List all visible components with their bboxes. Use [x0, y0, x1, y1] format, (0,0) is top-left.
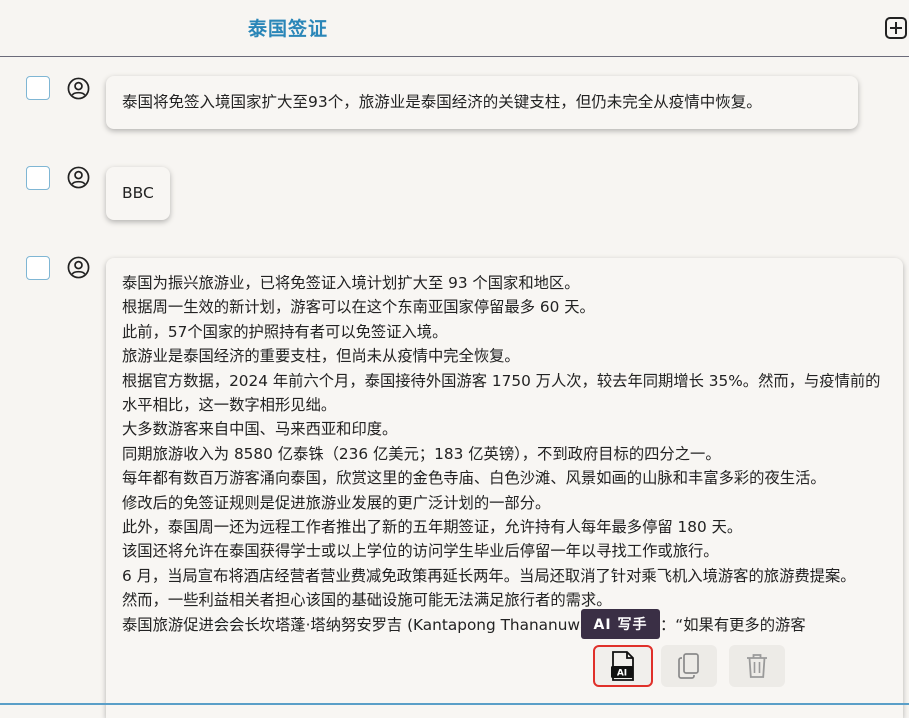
delete-button[interactable]	[729, 645, 785, 687]
message-line: 6 月，当局宣布将酒店经营者营业费减免政策再延长两年。当局还取消了针对乘飞机入境…	[122, 566, 856, 585]
user-avatar-icon	[67, 77, 90, 100]
page-title: 泰国签证	[248, 18, 329, 40]
message-line: 旅游业是泰国经济的重要支柱，但尚未从疫情中完全恢复。	[122, 347, 520, 366]
message-line: 泰国旅游促进会会长坎塔蓬·塔纳努安罗吉 (Kantapong Thananuwa…	[122, 615, 806, 634]
user-avatar-icon	[67, 166, 90, 189]
message-checkbox[interactable]	[26, 166, 50, 190]
message-bubble[interactable]: 泰国将免签入境国家扩大至93个，旅游业是泰国经济的关键支柱，但仍未完全从疫情中恢…	[106, 76, 858, 129]
message-bubble[interactable]: BBC	[106, 167, 170, 220]
ai-document-icon: AI	[611, 651, 634, 681]
message-line: 每年都有数百万游客涌向泰国，欣赏这里的金色寺庙、白色沙滩、风景如画的山脉和丰富多…	[122, 469, 826, 488]
ai-writer-tooltip: AI 写手	[581, 609, 660, 639]
message-line: 此前，57个国家的护照持有者可以免签证入境。	[122, 322, 448, 341]
message-text: 泰国将免签入境国家扩大至93个，旅游业是泰国经济的关键支柱，但仍未完全从疫情中恢…	[122, 93, 762, 111]
message-line: 然而，一些利益相关者担心该国的基础设施可能无法满足旅行者的需求。	[122, 591, 612, 610]
message-line: 大多数游客来自中国、马来西亚和印度。	[122, 420, 398, 439]
ai-icon-label: AI	[617, 669, 627, 679]
message-line: 同期旅游收入为 8580 亿泰铢（236 亿美元；183 亿英镑），不到政府目标…	[122, 444, 721, 463]
message-checkbox[interactable]	[26, 76, 50, 100]
add-icon[interactable]	[885, 17, 907, 39]
message-line: 此外，泰国周一还为远程工作者推出了新的五年期签证，允许持有人每年最多停留 180…	[122, 518, 743, 537]
copy-button[interactable]	[661, 645, 717, 687]
message-line: 该国还将允许在泰国获得学士或以上学位的访问学生毕业后停留一年以寻找工作或旅行。	[122, 542, 719, 561]
message-checkbox[interactable]	[26, 256, 50, 280]
message-line: 修改后的免签证规则是促进旅游业发展的更广泛计划的一部分。	[122, 493, 551, 512]
header-bar: 泰国签证	[0, 0, 909, 57]
copy-icon	[678, 653, 699, 679]
user-avatar-icon	[67, 256, 90, 279]
message-text: BBC	[122, 184, 154, 202]
message-line: 根据官方数据，2024 年前六个月，泰国接待外国游客 1750 万人次，较去年同…	[122, 371, 881, 415]
trash-icon	[747, 654, 767, 678]
message-line: 泰国为振兴旅游业，已将免签证入境计划扩大至 93 个国家和地区。	[122, 274, 580, 292]
ai-writer-button[interactable]: AI	[593, 645, 653, 687]
message-line: 根据周一生效的新计划，游客可以在这个东南亚国家停留最多 60 天。	[122, 298, 595, 317]
